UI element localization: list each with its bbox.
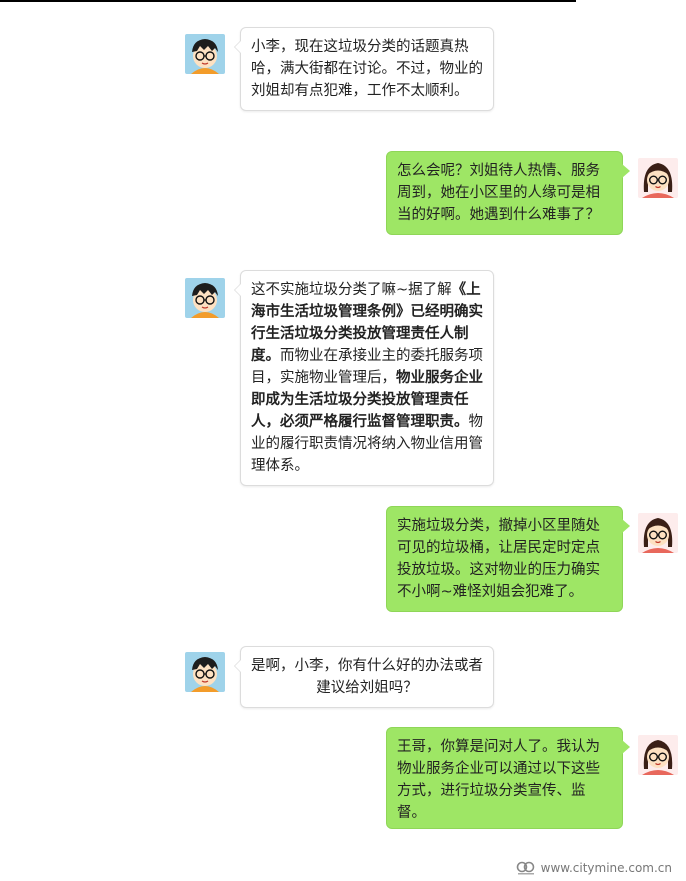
message-bubble-2: 怎么会呢？刘姐待人热情、服务周到，她在小区里的人缘可是相当的好啊。她遇到什么难事… [386, 151, 630, 235]
message-text: 实施垃圾分类，撤掉小区里随处可见的垃圾桶，让居民定时定点投放垃圾。这对物业的压力… [397, 518, 600, 600]
message-bubble-6: 王哥，你算是问对人了。我认为物业服务企业可以通过以下这些方式，进行垃圾分类宣传、… [386, 727, 630, 829]
message-bubble-4: 实施垃圾分类，撤掉小区里随处可见的垃圾桶，让居民定时定点投放垃圾。这对物业的压力… [386, 506, 630, 612]
message-text: 小李，现在这垃圾分类的话题真热哈，满大街都在讨论。不过，物业的刘姐却有点犯难，工… [251, 39, 483, 99]
citymine-logo-icon [516, 861, 534, 875]
message-bubble-1: 小李，现在这垃圾分类的话题真热哈，满大街都在讨论。不过，物业的刘姐却有点犯难，工… [234, 27, 494, 111]
girl-glasses-avatar[interactable] [638, 513, 678, 553]
watermark-text: www.citymine.com.cn [540, 861, 672, 875]
message-text: 王哥，你算是问对人了。我认为物业服务企业可以通过以下这些方式，进行垃圾分类宣传、… [397, 739, 600, 821]
girl-glasses-avatar[interactable] [638, 158, 678, 198]
boy-glasses-avatar[interactable] [185, 652, 225, 692]
message-text: 这不实施垃圾分类了嘛~据了解 [251, 282, 452, 298]
boy-glasses-avatar[interactable] [185, 34, 225, 74]
girl-glasses-avatar[interactable] [638, 735, 678, 775]
message-text: 是啊，小李，你有什么好的办法或者建议给刘姐吗？ [251, 658, 483, 696]
message-bubble-5: 是啊，小李，你有什么好的办法或者建议给刘姐吗？ [234, 646, 494, 708]
top-divider-line [0, 0, 576, 2]
message-bubble-3: 这不实施垃圾分类了嘛~据了解《上海市生活垃圾管理条例》已经明确实行生活垃圾分类投… [234, 270, 494, 486]
watermark: www.citymine.com.cn [516, 861, 672, 875]
message-text: 怎么会呢？刘姐待人热情、服务周到，她在小区里的人缘可是相当的好啊。她遇到什么难事… [397, 163, 600, 223]
boy-glasses-avatar[interactable] [185, 278, 225, 318]
